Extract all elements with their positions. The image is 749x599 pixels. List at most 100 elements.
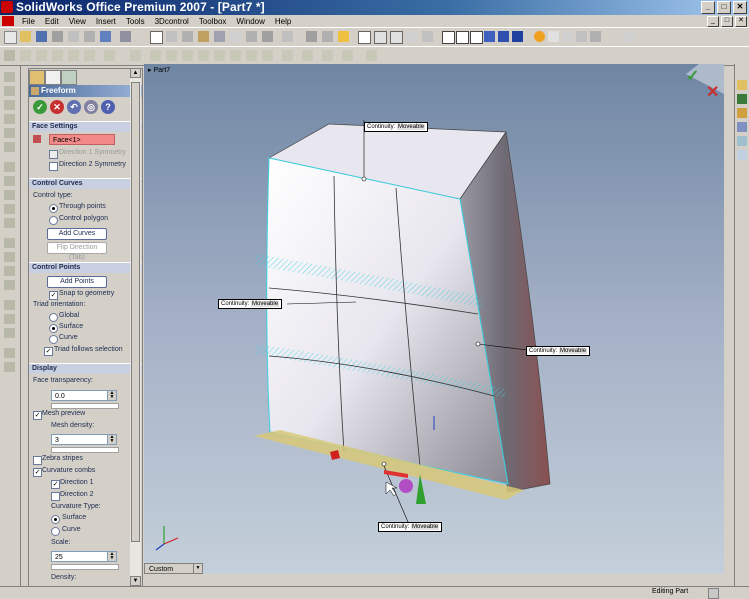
tool-icon[interactable] bbox=[306, 31, 317, 42]
menu-file[interactable]: File bbox=[17, 17, 40, 26]
relations-tool-icon[interactable] bbox=[322, 50, 333, 61]
scroll-up-arrow-icon[interactable]: ▲ bbox=[130, 68, 141, 78]
through-points-radio[interactable] bbox=[49, 204, 58, 213]
fillet-tool-icon[interactable] bbox=[282, 50, 293, 61]
loft-icon[interactable] bbox=[4, 114, 15, 124]
maximize-button[interactable]: □ bbox=[717, 1, 731, 14]
polygon-tool-icon[interactable] bbox=[104, 50, 115, 61]
file-explorer-icon[interactable] bbox=[737, 108, 747, 118]
cut-revolve-icon[interactable] bbox=[4, 142, 15, 152]
scale-input[interactable]: 25 ▲ ▼ bbox=[51, 551, 117, 562]
arc-tool-icon[interactable] bbox=[68, 50, 79, 61]
dropdown-arrow-icon[interactable]: ▼ bbox=[193, 564, 202, 573]
axis-icon[interactable] bbox=[4, 280, 15, 290]
cut-extrude-icon[interactable] bbox=[4, 128, 15, 138]
menu-3dcontrol[interactable]: 3Dcontrol bbox=[150, 17, 194, 26]
print-icon[interactable] bbox=[52, 31, 63, 42]
curvature-surface-radio[interactable] bbox=[51, 515, 60, 524]
fillet-feature-icon[interactable] bbox=[4, 162, 15, 172]
lightbulb-icon[interactable] bbox=[338, 31, 349, 42]
triad-follows-checkbox[interactable]: ✓ bbox=[44, 347, 53, 356]
doc-close-button[interactable]: ✕ bbox=[735, 16, 747, 27]
move-tool-icon[interactable] bbox=[214, 50, 225, 61]
scale-slider[interactable] bbox=[51, 564, 119, 570]
scroll-thumb[interactable] bbox=[131, 82, 140, 542]
document-icon[interactable] bbox=[2, 16, 14, 26]
triad-surface-radio[interactable] bbox=[49, 324, 58, 333]
display-header[interactable]: Display^ bbox=[29, 364, 142, 374]
zoom-in-out-icon[interactable] bbox=[390, 31, 403, 44]
menu-edit[interactable]: Edit bbox=[40, 17, 64, 26]
sketch-tool-icon[interactable] bbox=[4, 50, 15, 61]
model-canvas[interactable] bbox=[144, 64, 724, 574]
direction1-symmetry-checkbox[interactable] bbox=[49, 150, 58, 159]
shaded-icon[interactable] bbox=[498, 31, 509, 42]
cut-icon[interactable] bbox=[84, 31, 95, 42]
undo-icon[interactable] bbox=[100, 31, 111, 42]
continuity-callout-left[interactable]: Continuity: Moveable bbox=[218, 299, 283, 309]
add-curves-button[interactable]: Add Curves bbox=[47, 228, 107, 240]
redo-icon[interactable] bbox=[120, 31, 131, 42]
callout-value[interactable]: Moveable bbox=[251, 301, 280, 307]
spline-tool-icon[interactable] bbox=[84, 50, 95, 61]
edit-icon[interactable] bbox=[214, 31, 225, 42]
grid-icon[interactable] bbox=[262, 31, 273, 42]
face-settings-header[interactable]: Face Settings^ bbox=[29, 122, 142, 132]
menu-help[interactable]: Help bbox=[270, 17, 296, 26]
print-preview-icon[interactable] bbox=[68, 31, 79, 42]
status-icon[interactable] bbox=[708, 588, 719, 599]
zebra-icon[interactable] bbox=[576, 31, 587, 42]
continuity-callout-right[interactable]: Continuity: Moveable bbox=[526, 346, 591, 356]
sweep-icon[interactable] bbox=[4, 100, 15, 110]
reference-geometry-icon[interactable] bbox=[4, 362, 15, 372]
zoom-area-icon[interactable] bbox=[374, 31, 387, 44]
confirm-check-icon[interactable]: ✓ bbox=[686, 66, 699, 86]
property-manager-scrollbar[interactable]: ▲ ▼ bbox=[130, 68, 141, 586]
menu-view[interactable]: View bbox=[64, 17, 91, 26]
doc-restore-button[interactable]: □ bbox=[721, 16, 733, 27]
control-polygon-radio[interactable] bbox=[49, 216, 58, 225]
new-document-icon[interactable] bbox=[4, 31, 17, 44]
rotate-tool-icon[interactable] bbox=[230, 50, 241, 61]
resources-icon[interactable] bbox=[737, 80, 747, 90]
curves-icon[interactable] bbox=[4, 348, 15, 358]
cancel-x-icon[interactable]: ✕ bbox=[706, 82, 719, 102]
continuity-callout-top[interactable]: Continuity: Moveable bbox=[364, 122, 429, 132]
rebuild-icon[interactable] bbox=[198, 31, 209, 42]
view-palette-icon[interactable] bbox=[737, 136, 747, 146]
help-question-button[interactable]: ? bbox=[101, 100, 115, 114]
menu-tools[interactable]: Tools bbox=[121, 17, 150, 26]
callout-value[interactable]: Moveable bbox=[397, 124, 426, 130]
menu-toolbox[interactable]: Toolbox bbox=[194, 17, 232, 26]
circular-pattern-icon[interactable] bbox=[4, 314, 15, 324]
transparency-input[interactable]: 0.0 ▲ ▼ bbox=[51, 390, 117, 401]
measure-icon[interactable] bbox=[322, 31, 333, 42]
shell-icon[interactable] bbox=[4, 190, 15, 200]
undo-button[interactable]: ↶ bbox=[67, 100, 81, 114]
menu-window[interactable]: Window bbox=[231, 17, 269, 26]
configuration-manager-tab[interactable] bbox=[61, 70, 77, 85]
scroll-down-arrow-icon[interactable]: ▼ bbox=[130, 576, 141, 586]
feature-tree-root[interactable]: ▸ Part7 bbox=[148, 66, 170, 74]
smart-dimension-icon[interactable] bbox=[182, 31, 193, 42]
circle-tool-icon[interactable] bbox=[52, 50, 63, 61]
open-folder-icon[interactable] bbox=[20, 31, 31, 42]
revolve-icon[interactable] bbox=[4, 86, 15, 96]
trim-tool-icon[interactable] bbox=[130, 50, 141, 61]
callout-value[interactable]: Moveable bbox=[411, 524, 440, 530]
layers-icon[interactable] bbox=[282, 31, 293, 42]
direction2-checkbox[interactable] bbox=[51, 492, 60, 501]
mesh-density-slider[interactable] bbox=[51, 447, 119, 453]
close-button[interactable]: ✕ bbox=[733, 1, 747, 14]
linear-pattern-icon[interactable] bbox=[4, 300, 15, 310]
property-manager-tab[interactable] bbox=[45, 70, 61, 85]
section-view-icon[interactable] bbox=[548, 31, 559, 42]
zoom-selection-icon[interactable] bbox=[406, 31, 417, 42]
minimize-button[interactable]: _ bbox=[701, 1, 715, 14]
chamfer-tool-icon[interactable] bbox=[302, 50, 313, 61]
snap-to-geometry-checkbox[interactable]: ✓ bbox=[49, 291, 58, 300]
feature-manager-tab[interactable] bbox=[29, 70, 45, 85]
triad-curve-radio[interactable] bbox=[49, 335, 58, 344]
zoom-fit-icon[interactable] bbox=[358, 31, 371, 44]
curvature-combs-checkbox[interactable]: ✓ bbox=[33, 468, 42, 477]
